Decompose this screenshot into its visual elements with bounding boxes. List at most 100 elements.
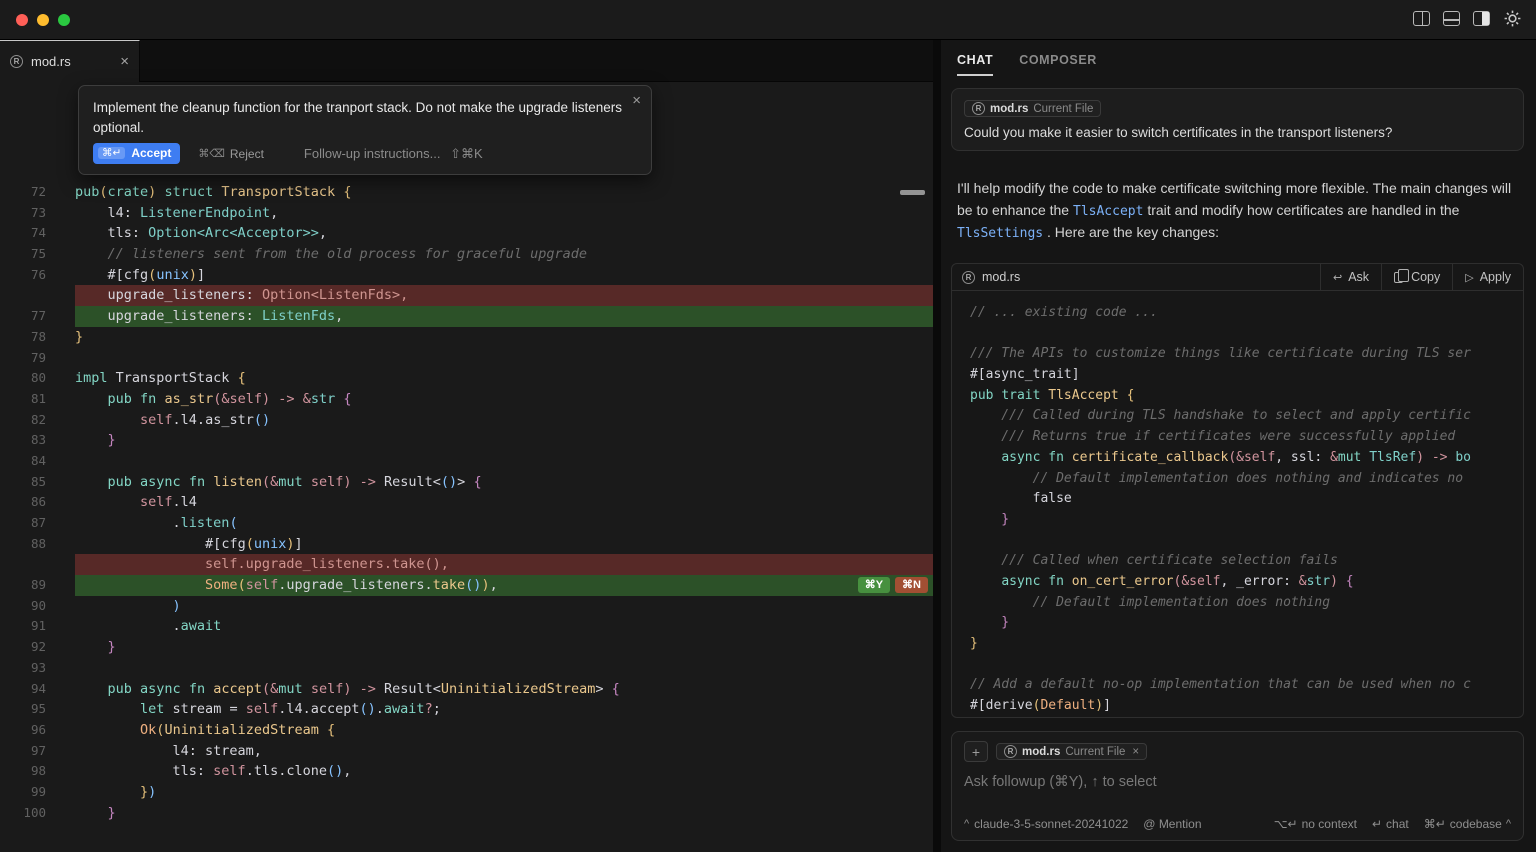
- code-line: 74 tls: Option<Arc<Acceptor>>,: [0, 223, 933, 244]
- chip-file-tag: Current File: [1065, 746, 1125, 758]
- followup-shortcut: ⇧⌘K: [450, 146, 483, 161]
- accept-button[interactable]: ⌘↵ Accept: [93, 143, 180, 164]
- reject-shortcut: ⌘⌫: [198, 147, 225, 160]
- code-line: 89 Some(self.upgrade_listeners.take()),⌘…: [0, 575, 933, 596]
- ask-label: Ask: [1348, 270, 1369, 284]
- chat-submit-hint[interactable]: ↵ chat: [1372, 817, 1409, 831]
- line-number: 73: [0, 203, 46, 224]
- code-line: /// Returns true if certificates were su…: [970, 427, 1523, 448]
- rust-file-icon: R: [1004, 745, 1017, 758]
- line-number: 91: [0, 616, 46, 637]
- line-number: 83: [0, 430, 46, 451]
- assistant-message-text: I'll help modify the code to make certif…: [957, 178, 1515, 245]
- hint-label: chat: [1386, 817, 1409, 831]
- chat-input-placeholder[interactable]: Ask followup (⌘Y), ↑ to select: [964, 774, 1511, 790]
- chat-tab-bar: CHAT COMPOSER: [957, 53, 1097, 76]
- line-number: 94: [0, 679, 46, 700]
- code-block-header: R mod.rs ↩ Ask Copy ▷ Apply: [952, 264, 1523, 291]
- followup-instructions-button[interactable]: Follow-up instructions... ⇧⌘K: [304, 146, 483, 162]
- code-line: 73 l4: ListenerEndpoint,: [0, 203, 933, 224]
- layout-columns-icon[interactable]: [1413, 11, 1430, 26]
- line-number: 75: [0, 244, 46, 265]
- accept-label: Accept: [131, 146, 171, 160]
- code-line: 96 Ok(UninitializedStream {: [0, 720, 933, 741]
- chip-file-name: mod.rs: [1022, 746, 1060, 758]
- settings-gear-icon[interactable]: [1503, 9, 1522, 28]
- play-icon: ▷: [1465, 271, 1473, 284]
- undo-arrow-icon: ↩: [1333, 271, 1342, 284]
- tab-chat[interactable]: CHAT: [957, 53, 993, 76]
- tab-close-icon[interactable]: ×: [120, 53, 129, 70]
- editor-code-lines: 72pub(crate) struct TransportStack {73 l…: [0, 182, 933, 823]
- minimize-window-button[interactable]: [37, 14, 49, 26]
- zoom-window-button[interactable]: [58, 14, 70, 26]
- model-selector[interactable]: ^ claude-3-5-sonnet-20241022: [964, 817, 1128, 831]
- hint-kbd: ↵: [1372, 817, 1382, 831]
- tab-strip: R mod.rs ×: [0, 40, 933, 82]
- code-line: 87 .listen(: [0, 513, 933, 534]
- line-number: 90: [0, 596, 46, 617]
- code-block-file-name: mod.rs: [982, 270, 1020, 284]
- close-window-button[interactable]: [16, 14, 28, 26]
- chat-input-box[interactable]: + R mod.rs Current File × Ask followup (…: [951, 731, 1524, 841]
- code-line: /// The APIs to customize things like ce…: [970, 344, 1523, 365]
- hint-kbd: ⌘↵: [1424, 817, 1446, 831]
- apply-button[interactable]: ▷ Apply: [1452, 264, 1523, 290]
- line-number: 74: [0, 223, 46, 244]
- line-number: 85: [0, 472, 46, 493]
- inline-code: TlsAccept: [1073, 204, 1143, 219]
- panel-divider[interactable]: [933, 40, 941, 852]
- inline-ai-prompt: Implement the cleanup function for the t…: [78, 85, 652, 175]
- line-number: 99: [0, 782, 46, 803]
- context-file-chip[interactable]: R mod.rs Current File: [964, 100, 1101, 117]
- code-line: 76 #[cfg(unix)]: [0, 265, 933, 286]
- close-icon[interactable]: ×: [632, 92, 641, 109]
- diff-accept-badge[interactable]: ⌘Y: [858, 577, 890, 593]
- line-number: 87: [0, 513, 46, 534]
- followup-label: Follow-up instructions...: [304, 146, 441, 161]
- code-line: 72pub(crate) struct TransportStack {: [0, 182, 933, 203]
- add-context-button[interactable]: +: [964, 741, 988, 762]
- inline-prompt-text: Implement the cleanup function for the t…: [93, 98, 623, 138]
- codebase-submit-hint[interactable]: ⌘↵ codebase ^: [1424, 817, 1511, 831]
- code-block-body: // ... existing code .../// The APIs to …: [952, 291, 1523, 717]
- accept-shortcut: ⌘↵: [98, 147, 125, 159]
- ask-button[interactable]: ↩ Ask: [1320, 264, 1381, 290]
- line-number: 100: [0, 803, 46, 824]
- code-line: async fn on_cert_error(&self, _error: &s…: [970, 572, 1523, 593]
- code-line: self.upgrade_listeners.take(),: [0, 554, 933, 575]
- line-number: 98: [0, 761, 46, 782]
- rust-file-icon: R: [962, 271, 975, 284]
- diff-reject-badge[interactable]: ⌘N: [895, 577, 928, 593]
- code-line: pub trait TlsAccept {: [970, 386, 1523, 407]
- copy-label: Copy: [1411, 270, 1440, 284]
- line-number: 95: [0, 699, 46, 720]
- code-block-file: R mod.rs: [952, 270, 1320, 284]
- rust-file-icon: R: [972, 102, 985, 115]
- traffic-lights: [16, 14, 70, 26]
- code-line: }: [970, 613, 1523, 634]
- line-number: 92: [0, 637, 46, 658]
- context-file-chip[interactable]: R mod.rs Current File ×: [996, 743, 1147, 760]
- no-context-hint[interactable]: ⌥↵ no context: [1274, 817, 1357, 831]
- code-line: 91 .await: [0, 616, 933, 637]
- reject-button[interactable]: ⌘⌫ Reject: [198, 147, 264, 161]
- chip-close-icon[interactable]: ×: [1132, 746, 1139, 758]
- tab-label: mod.rs: [31, 54, 71, 69]
- reject-label: Reject: [230, 147, 264, 161]
- code-line: 78}: [0, 327, 933, 348]
- mention-button[interactable]: @ Mention: [1143, 817, 1201, 831]
- code-line: 100 }: [0, 803, 933, 824]
- code-line: 79: [0, 348, 933, 369]
- layout-panel-right-icon[interactable]: [1473, 11, 1490, 26]
- code-editor[interactable]: 72pub(crate) struct TransportStack {73 l…: [0, 82, 933, 852]
- layout-panel-bottom-icon[interactable]: [1443, 11, 1460, 26]
- code-line: 92 }: [0, 637, 933, 658]
- code-line: 88 #[cfg(unix)]: [0, 534, 933, 555]
- line-number: 96: [0, 720, 46, 741]
- tab-composer[interactable]: COMPOSER: [1019, 53, 1097, 76]
- line-number: 89: [0, 575, 46, 596]
- code-line: // Default implementation does nothing: [970, 593, 1523, 614]
- tab-mod-rs[interactable]: R mod.rs ×: [0, 40, 140, 82]
- copy-button[interactable]: Copy: [1381, 264, 1452, 290]
